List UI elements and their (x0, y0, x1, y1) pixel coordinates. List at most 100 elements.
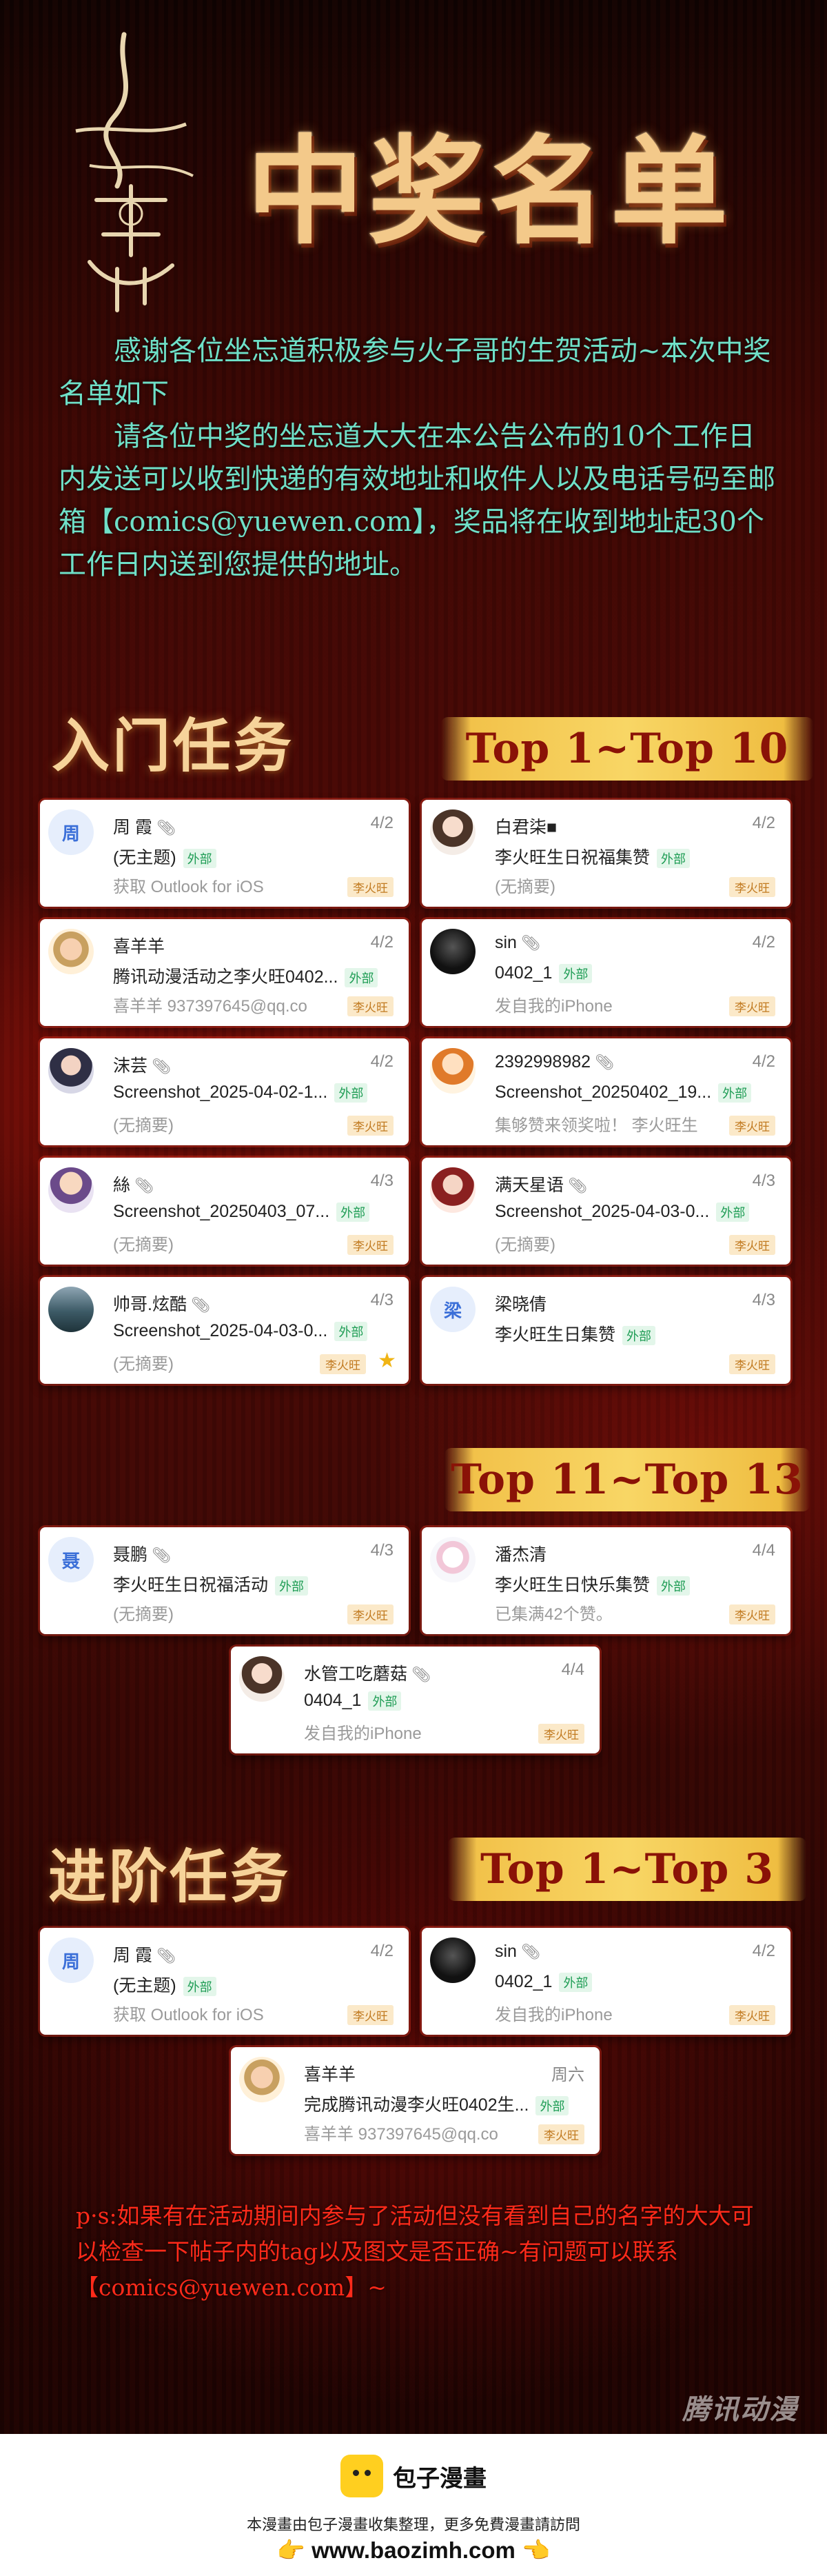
email-card[interactable]: 周 周 霞 📎︎ 4/2 (无主题) 外部 获取 Outlook for iOS 李… (40, 800, 409, 907)
avatar (239, 1656, 285, 1702)
email-preview: (无摘要) (495, 878, 555, 896)
sender-name: 满天星语 📎︎ (495, 1171, 587, 1196)
tag-label: 李火旺 (538, 2124, 584, 2144)
email-card[interactable]: 喜羊羊 周六 完成腾讯动漫李火旺0402生... 外部 喜羊羊 937397645… (231, 2047, 600, 2154)
paperclip-icon: 📎︎ (152, 1058, 171, 1075)
pointing-left-icon: 👈 (522, 2537, 551, 2563)
email-subject-text: Screenshot_2025-04-02-1... (113, 1083, 328, 1102)
email-card[interactable]: 帅哥.炫酷 📎︎ 4/3 Screenshot_2025-04-03-0... 外部… (40, 1277, 409, 1384)
email-subject: 完成腾讯动漫李火旺0402生... 外部 (304, 2091, 569, 2116)
email-subject: 李火旺生日祝福集赞 外部 (495, 844, 691, 869)
avatar (430, 929, 476, 974)
external-badge: 外部 (559, 964, 593, 984)
avatar (48, 1287, 94, 1332)
external-badge: 外部 (716, 1203, 750, 1222)
email-preview: 喜羊羊 937397645@qq.co (304, 2125, 498, 2144)
banner-top1-10: Top 1~Top 10 (441, 717, 813, 781)
footer-brand[interactable]: 包子漫畫 (0, 2455, 827, 2497)
tag-label: 李火旺 (320, 1354, 366, 1374)
email-date: 4/2 (752, 1052, 775, 1071)
email-subject-text: Screenshot_20250403_07... (113, 1202, 330, 1221)
avatar: 聂 (48, 1537, 94, 1582)
email-preview: (无摘要) (113, 1116, 174, 1135)
poster: 中奖名单 感谢各位坐忘道积极参与火子哥的生贺活动~本次中奖名单如下 请各位中奖的… (0, 0, 827, 2434)
avatar: 周 (48, 809, 94, 855)
watermark: 腾讯动漫 (682, 2395, 798, 2425)
email-card[interactable]: sin 📎︎ 4/2 0402_1 外部 发自我的iPhone 李火旺 (422, 919, 790, 1026)
external-badge: 外部 (334, 1322, 368, 1342)
email-date: 4/4 (752, 1541, 775, 1560)
email-preview: (无摘要) (113, 1355, 174, 1373)
game-logo-calligraphy (75, 32, 194, 312)
tag-label: 李火旺 (729, 1235, 775, 1255)
paperclip-icon: 📎︎ (568, 1177, 587, 1194)
email-card[interactable]: 周 周 霞 📎︎ 4/2 (无主题) 外部 获取 Outlook for iOS 李… (40, 1928, 409, 2035)
email-date: 4/2 (752, 933, 775, 952)
avatar (430, 1048, 476, 1094)
sender-name-text: 喜羊羊 (113, 937, 165, 956)
sender-name: 梁晓倩 (495, 1291, 547, 1316)
paperclip-icon: 📎︎ (156, 819, 176, 836)
external-badge: 外部 (183, 1977, 216, 1997)
sender-name: 喜羊羊 (304, 2061, 356, 2086)
email-card[interactable]: 沫芸 📎︎ 4/2 Screenshot_2025-04-02-1... 外部 (无… (40, 1038, 409, 1145)
email-date: 4/4 (561, 1660, 584, 1679)
email-subject-text: 完成腾讯动漫李火旺0402生... (304, 2095, 529, 2115)
star-icon[interactable]: ★ (378, 1349, 396, 1373)
footer: 包子漫畫 本漫畫由包子漫畫收集整理，更多免費漫畫請訪問 👉 www.baozim… (0, 2434, 827, 2576)
tag-label: 李火旺 (729, 2005, 775, 2025)
paperclip-icon: 📎︎ (520, 1943, 540, 1960)
email-date: 4/2 (752, 814, 775, 832)
external-badge: 外部 (657, 1576, 691, 1596)
email-card[interactable]: 潘杰清 4/4 李火旺生日快乐集赞 外部 已集满42个赞。 李火旺 (422, 1527, 790, 1634)
email-subject: 李火旺生日集赞 外部 (495, 1321, 656, 1346)
avatar: 周 (48, 1938, 94, 1983)
sender-name-text: 聂鹏 (113, 1545, 148, 1564)
email-card[interactable]: 白君柒■ 4/2 李火旺生日祝福集赞 外部 (无摘要) 李火旺 (422, 800, 790, 907)
tag-label: 李火旺 (729, 1604, 775, 1624)
avatar: 梁 (430, 1287, 476, 1332)
page-title: 中奖名单 (246, 123, 732, 261)
intro-paragraph-1: 感谢各位坐忘道积极参与火子哥的生贺活动~本次中奖名单如下 (59, 335, 771, 410)
email-card[interactable]: 2392998982 📎︎ 4/2 Screenshot_20250402_19.… (422, 1038, 790, 1145)
email-date: 4/2 (370, 814, 394, 832)
sender-name-text: 2392998982 (495, 1052, 591, 1071)
email-subject-text: 0402_1 (495, 1972, 553, 1991)
email-card[interactable]: sin 📎︎ 4/2 0402_1 外部 发自我的iPhone 李火旺 (422, 1928, 790, 2035)
tag-label: 李火旺 (347, 996, 394, 1016)
sender-name-text: 絲 (113, 1176, 131, 1195)
email-subject-text: 0402_1 (495, 963, 553, 983)
email-subject-text: 李火旺生日祝福集赞 (495, 848, 651, 867)
email-card[interactable]: 聂 聂鹏 📎︎ 4/3 李火旺生日祝福活动 外部 (无摘要) 李火旺 (40, 1527, 409, 1634)
email-date: 周六 (551, 2066, 584, 2084)
footer-url[interactable]: 👉 www.baozimh.com 👈 (0, 2537, 827, 2564)
email-card[interactable]: 满天星语 📎︎ 4/3 Screenshot_2025-04-03-0... 外部 … (422, 1158, 790, 1265)
footer-note: 本漫畫由包子漫畫收集整理，更多免費漫畫請訪問 (246, 2516, 580, 2533)
email-date: 4/3 (370, 1171, 394, 1190)
tag-label: 李火旺 (347, 1235, 394, 1255)
email-date: 4/2 (370, 1052, 394, 1071)
external-badge: 外部 (718, 1083, 752, 1103)
email-card[interactable]: 水管工吃蘑菇 📎︎ 4/4 0404_1 外部 发自我的iPhone 李火旺 (231, 1647, 600, 1753)
email-card[interactable]: 絲 📎︎ 4/3 Screenshot_20250403_07... 外部 (无摘要… (40, 1158, 409, 1265)
footer-url-text[interactable]: www.baozimh.com (312, 2537, 515, 2563)
sender-name-text: sin (495, 933, 517, 952)
sender-name: 聂鹏 📎︎ (113, 1541, 171, 1566)
email-subject: Screenshot_2025-04-02-1... 外部 (113, 1083, 368, 1103)
email-preview: 集够赞来领奖啦！ 李火旺生 (495, 1116, 698, 1135)
paperclip-icon: 📎︎ (190, 1296, 210, 1314)
sender-name: 潘杰清 (495, 1541, 547, 1566)
intro-paragraph-2: 请各位中奖的坐忘道大大在本公告公布的10个工作日内发送可以收到快递的有效地址和收… (59, 421, 775, 581)
sender-name-text: 水管工吃蘑菇 (304, 1664, 408, 1684)
sender-name: 2392998982 📎︎ (495, 1052, 614, 1072)
avatar (48, 1048, 94, 1094)
email-card[interactable]: 梁 梁晓倩 4/3 李火旺生日集赞 外部 李火旺 (422, 1277, 790, 1384)
sender-name: sin 📎︎ (495, 1942, 540, 1962)
section-title-advanced: 进阶任务 (48, 1842, 292, 1911)
avatar (430, 809, 476, 855)
email-preview: 发自我的iPhone (304, 1724, 422, 1743)
external-badge: 外部 (657, 849, 691, 869)
email-card[interactable]: 喜羊羊 4/2 腾讯动漫活动之李火旺0402... 外部 喜羊羊 93739764… (40, 919, 409, 1026)
tag-label: 李火旺 (729, 1116, 775, 1136)
email-preview: 喜羊羊 937397645@qq.co (113, 997, 307, 1016)
